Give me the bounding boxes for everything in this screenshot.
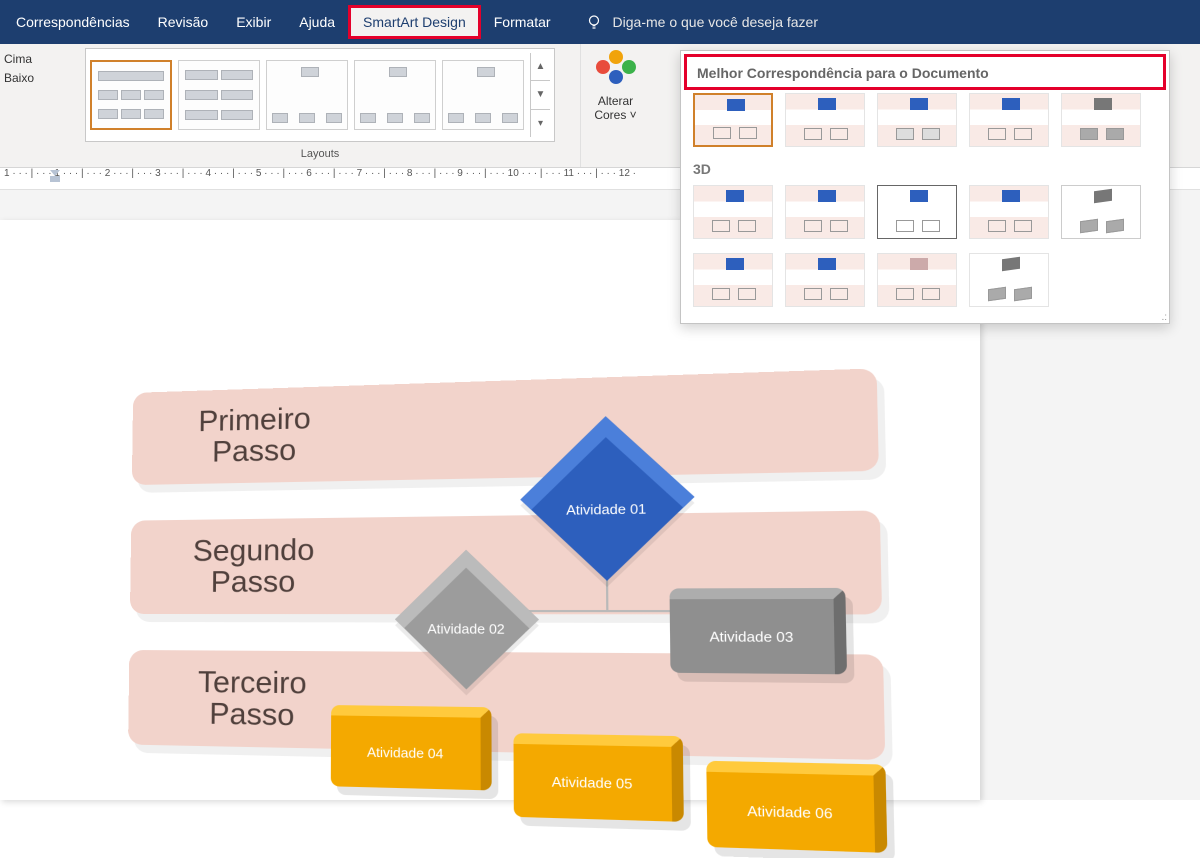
layout-scroll: ▲ ▼ ▾ — [530, 53, 550, 137]
style-3d-2[interactable] — [785, 185, 865, 239]
create-graphic-group: Cima Baixo — [0, 44, 60, 167]
style-bestmatch-2[interactable] — [785, 93, 865, 147]
node-atividade-05[interactable]: Atividade 05 — [513, 733, 683, 822]
tab-formatar[interactable]: Formatar — [480, 6, 565, 38]
smartart-styles-panel: Melhor Correspondência para o Documento … — [680, 50, 1170, 324]
styles-3d-row2 — [681, 249, 1169, 317]
node-atividade-06[interactable]: Atividade 06 — [706, 761, 887, 853]
styles-bestmatch-row — [681, 89, 1169, 157]
lightbulb-icon — [585, 13, 603, 31]
styles-3d-row1 — [681, 181, 1169, 249]
move-down-label[interactable]: Baixo — [4, 69, 56, 88]
step3-label: Terceiro Passo — [176, 666, 329, 733]
node-atividade-04[interactable]: Atividade 04 — [331, 705, 492, 790]
tab-correspondencias[interactable]: Correspondências — [2, 6, 144, 38]
tab-ajuda[interactable]: Ajuda — [285, 6, 349, 38]
style-3d-7[interactable] — [785, 253, 865, 307]
indent-marker-icon[interactable] — [50, 170, 60, 182]
style-bestmatch-3[interactable] — [877, 93, 957, 147]
styles-header-best-match: Melhor Correspondência para o Documento — [685, 55, 1165, 89]
layout-thumb-1[interactable] — [90, 60, 172, 130]
tab-smartart-design[interactable]: SmartArt Design — [349, 6, 480, 38]
ruler-ticks: 1 · · · | · · · 1 · · · | · · · 2 · · · … — [4, 168, 636, 179]
layouts-label: Layouts — [301, 148, 340, 160]
layouts-section: ▲ ▼ ▾ Layouts — [60, 44, 580, 167]
style-3d-4[interactable] — [969, 185, 1049, 239]
tell-me-label: Diga-me o que você deseja fazer — [613, 14, 818, 30]
tab-revisao[interactable]: Revisão — [144, 6, 223, 38]
layout-more[interactable]: ▾ — [531, 110, 550, 137]
smartart-graphic[interactable]: Primeiro Passo Segundo Passo Terceiro Pa… — [127, 368, 900, 858]
change-colors-label: AlterarCores ˅ — [594, 94, 636, 123]
tell-me-search[interactable]: Diga-me o que você deseja fazer — [565, 13, 818, 31]
style-3d-8[interactable] — [877, 253, 957, 307]
ribbon-tabs: Correspondências Revisão Exibir Ajuda Sm… — [0, 0, 1200, 44]
change-colors-icon — [596, 50, 636, 90]
layout-thumb-2[interactable] — [178, 60, 260, 130]
step-band-1[interactable]: Primeiro Passo — [132, 368, 879, 485]
style-3d-1[interactable] — [693, 185, 773, 239]
styles-header-3d: 3D — [681, 157, 1169, 181]
step2-label: Segundo Passo — [177, 534, 329, 599]
layout-scroll-down[interactable]: ▼ — [531, 81, 550, 109]
node-atividade-03[interactable]: Atividade 03 — [669, 588, 847, 674]
style-bestmatch-1[interactable] — [693, 93, 773, 147]
step1-label: Primeiro Passo — [179, 402, 331, 469]
layouts-gallery: ▲ ▼ ▾ — [85, 48, 555, 142]
move-up-label[interactable]: Cima — [4, 50, 56, 69]
style-bestmatch-4[interactable] — [969, 93, 1049, 147]
resize-grip-icon[interactable]: .: — [1161, 312, 1167, 323]
layout-thumb-4[interactable] — [354, 60, 436, 130]
style-3d-3[interactable] — [877, 185, 957, 239]
change-colors-button[interactable]: AlterarCores ˅ — [580, 44, 650, 167]
style-bestmatch-5[interactable] — [1061, 93, 1141, 147]
style-3d-6[interactable] — [693, 253, 773, 307]
layout-thumb-3[interactable] — [266, 60, 348, 130]
style-3d-5[interactable] — [1061, 185, 1141, 239]
layout-thumb-5[interactable] — [442, 60, 524, 130]
layout-scroll-up[interactable]: ▲ — [531, 53, 550, 81]
tab-exibir[interactable]: Exibir — [222, 6, 285, 38]
style-3d-9[interactable] — [969, 253, 1049, 307]
